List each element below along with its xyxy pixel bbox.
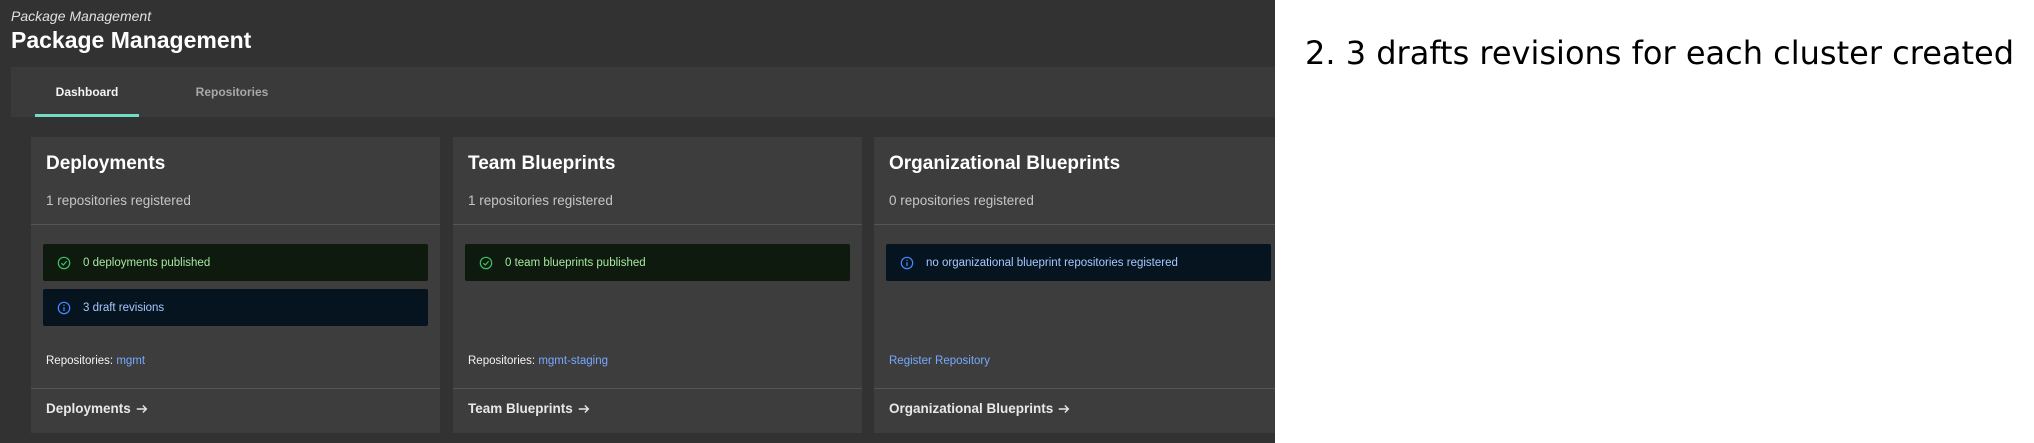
tab-dashboard[interactable]: Dashboard [35, 67, 139, 117]
divider [31, 388, 440, 389]
arrow-right-icon [1059, 404, 1070, 413]
repositories-label: Repositories: [468, 355, 536, 367]
card-title: Team Blueprints [468, 153, 616, 174]
footer-link-label: Team Blueprints [468, 401, 573, 416]
divider [31, 224, 440, 225]
divider [453, 388, 862, 389]
notification-text: 0 team blueprints published [505, 256, 646, 269]
team-blueprints-published-notification: 0 team blueprints published [465, 244, 850, 281]
repositories-line: Repositories: mgmt-staging [468, 355, 608, 367]
divider [874, 388, 1275, 389]
annotation-text: 2. 3 drafts revisions for each cluster c… [1305, 34, 2015, 72]
repository-link-mgmt[interactable]: mgmt [116, 355, 145, 367]
divider [453, 224, 862, 225]
deployments-footer-link[interactable]: Deployments [46, 401, 149, 416]
no-repositories-notification: no organizational blueprint repositories… [886, 244, 1271, 281]
notification-text: no organizational blueprint repositories… [926, 256, 1178, 269]
card-subtitle: 0 repositories registered [889, 193, 1034, 208]
card-subtitle: 1 repositories registered [46, 193, 191, 208]
divider [874, 224, 1275, 225]
checkmark-circle-icon [479, 256, 493, 269]
deployments-card: Deployments 1 repositories registered 0 … [31, 137, 440, 433]
footer-link-label: Organizational Blueprints [889, 401, 1054, 416]
page-title: Package Management [11, 27, 252, 53]
team-blueprints-card: Team Blueprints 1 repositories registere… [453, 137, 862, 433]
repository-link-mgmt-staging[interactable]: mgmt-staging [538, 355, 608, 367]
arrow-right-icon [578, 404, 590, 413]
tab-bar: Dashboard Repositories [11, 67, 1275, 117]
notification-text: 3 draft revisions [83, 301, 165, 314]
arrow-right-icon [136, 404, 148, 413]
register-repository-line: Register Repository [889, 355, 990, 367]
register-repository-link[interactable]: Register Repository [889, 355, 990, 367]
card-title: Organizational Blueprints [889, 153, 1121, 174]
organizational-blueprints-card: Organizational Blueprints 0 repositories… [874, 137, 1275, 433]
organizational-blueprints-footer-link[interactable]: Organizational Blueprints [889, 401, 1071, 416]
draft-revisions-notification: 3 draft revisions [43, 289, 428, 326]
tab-repositories[interactable]: Repositories [171, 67, 293, 117]
repositories-line: Repositories: mgmt [46, 355, 145, 367]
checkmark-circle-icon [57, 256, 71, 269]
notification-text: 0 deployments published [83, 256, 211, 269]
card-title: Deployments [46, 153, 166, 174]
team-blueprints-footer-link[interactable]: Team Blueprints [468, 401, 591, 416]
deployments-published-notification: 0 deployments published [43, 244, 428, 281]
info-circle-icon [57, 301, 71, 314]
breadcrumb[interactable]: Package Management [11, 8, 151, 24]
repositories-label: Repositories: [46, 355, 114, 367]
card-subtitle: 1 repositories registered [468, 193, 613, 208]
info-circle-icon [900, 256, 914, 269]
app-screenshot: Package Management Package Management Da… [0, 0, 1275, 443]
footer-link-label: Deployments [46, 401, 131, 416]
